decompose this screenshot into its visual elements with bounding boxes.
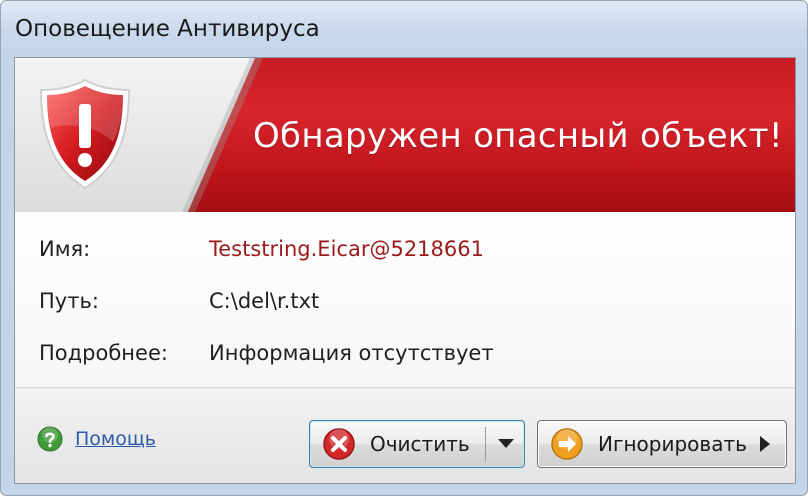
name-label: Имя: — [39, 237, 91, 261]
alert-banner: Обнаружен опасный объект! — [15, 58, 795, 212]
clean-label: Очистить — [370, 432, 470, 456]
detail-row-path: Путь: C:\del\r.txt — [39, 286, 319, 316]
split-divider — [485, 427, 486, 461]
play-arrow-icon — [760, 436, 770, 452]
path-value: C:\del\r.txt — [209, 289, 320, 313]
more-value: Информация отсутствует — [209, 341, 494, 365]
alert-window: Оповещение Антивируса Обнаружен опасный … — [0, 0, 808, 496]
help-label[interactable]: Помощь — [75, 428, 156, 450]
arrow-right-icon — [551, 428, 583, 460]
detail-row-more: Подробнее: Информация отсутствует — [39, 338, 494, 368]
detail-row-name: Имя: Teststring.Eicar@5218661 — [39, 234, 484, 264]
ignore-button[interactable]: Игнорировать — [537, 420, 787, 468]
alert-content: Обнаружен опасный объект! Имя: Teststrin… — [14, 57, 796, 484]
threat-details: Имя: Teststring.Eicar@5218661 Путь: C:\d… — [15, 212, 795, 387]
threat-name-value: Teststring.Eicar@5218661 — [209, 237, 484, 261]
button-bar: Помощь Очистить Игнорировать — [15, 387, 795, 483]
chevron-down-icon[interactable] — [498, 439, 514, 448]
path-label: Путь: — [39, 289, 99, 313]
more-label: Подробнее: — [39, 341, 168, 365]
shield-alert-icon — [39, 78, 131, 190]
alert-heading: Обнаружен опасный объект! — [253, 116, 783, 156]
clean-button[interactable]: Очистить — [309, 420, 525, 468]
window-title: Оповещение Антивируса — [15, 16, 320, 42]
question-icon — [37, 426, 63, 452]
help-link[interactable]: Помощь — [37, 426, 156, 452]
delete-x-icon — [323, 428, 355, 460]
ignore-label: Игнорировать — [598, 432, 747, 456]
